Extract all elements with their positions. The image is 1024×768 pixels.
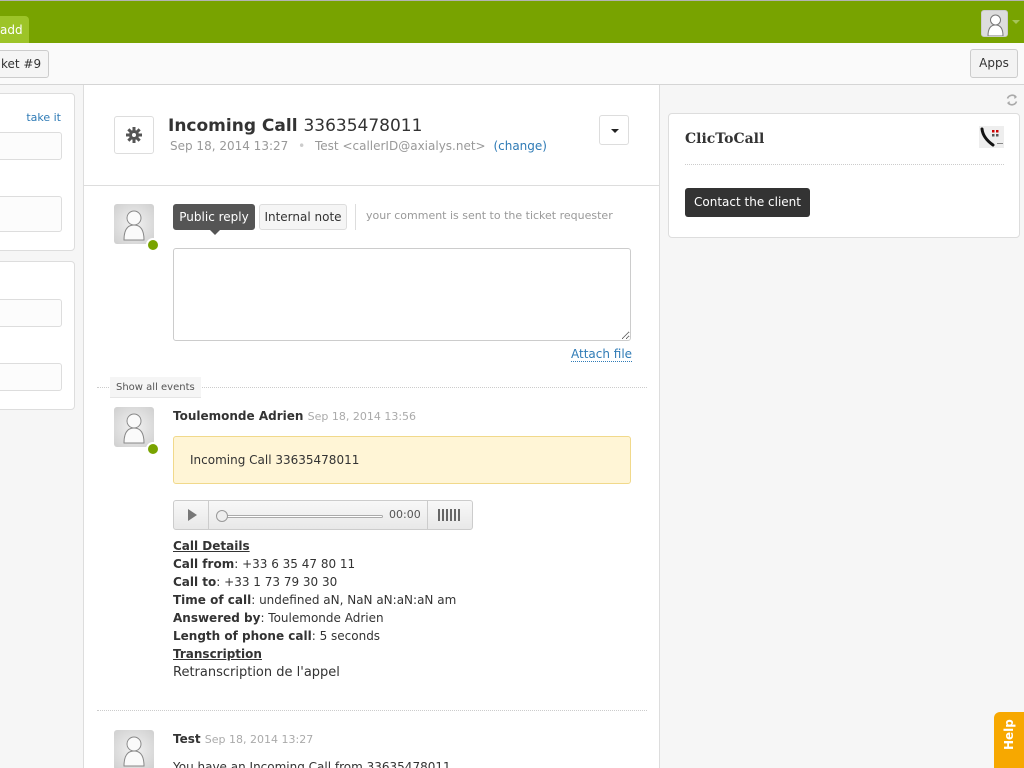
refresh-icon[interactable] (1005, 93, 1019, 107)
play-button[interactable] (174, 501, 209, 529)
ticket-date: Sep 18, 2014 13:27 (170, 139, 289, 153)
comment-textarea[interactable] (173, 248, 631, 341)
help-button[interactable]: Help (994, 712, 1024, 768)
ticket-requester: Test <callerID@axialys.net> (315, 139, 486, 153)
apps-sidebar: ClicToCall Contact the client (660, 85, 1024, 768)
audio-seek-bar[interactable] (221, 515, 383, 518)
answered-by-value: Toulemonde Adrien (268, 611, 384, 625)
priority-field[interactable] (0, 363, 62, 391)
help-label: Help (1002, 719, 1016, 750)
ticket-properties-sidebar: take it (0, 85, 84, 768)
attach-file-link[interactable]: Attach file (571, 347, 633, 362)
clictocall-app: ClicToCall Contact the client (668, 113, 1020, 238)
contact-client-button[interactable]: Contact the client (685, 188, 810, 217)
user-avatar-icon[interactable] (981, 10, 1008, 37)
ticket-title-prefix: Incoming Call (168, 116, 298, 136)
apps-button[interactable]: Apps (970, 49, 1018, 78)
chevron-down-icon[interactable] (1012, 20, 1020, 24)
assignee-field[interactable] (0, 196, 62, 232)
transcription-text: Retranscription de l'appel (173, 665, 340, 680)
answered-by-row: Answered by: Toulemonde Adrien (173, 611, 384, 625)
change-requester-link[interactable]: (change) (493, 139, 547, 153)
gear-icon (126, 127, 142, 143)
ticket-header: Incoming Call 33635478011 Sep 18, 2014 1… (84, 85, 659, 186)
call-to-value: +33 1 73 79 30 30 (224, 575, 338, 589)
audio-seek-handle[interactable] (216, 510, 228, 522)
caret-down-icon (611, 129, 619, 133)
call-to-row: Call to: +33 1 73 79 30 30 (173, 575, 338, 589)
ticket-title-number: 33635478011 (303, 116, 423, 136)
call-details: Call Details Call from: +33 6 35 47 80 1… (173, 537, 456, 682)
call-length-value: 5 seconds (319, 629, 381, 643)
event-author-avatar (114, 730, 154, 768)
event-body: You have an Incoming Call from 336354780… (173, 760, 451, 768)
call-from-row: Call from: +33 6 35 47 80 11 (173, 557, 356, 571)
ticket-fields-panel (0, 261, 75, 410)
app-divider (685, 164, 1004, 165)
take-it-link[interactable]: take it (26, 111, 61, 124)
meta-separator: • (298, 139, 306, 153)
reply-hint: your comment is sent to the ticket reque… (366, 209, 613, 222)
event-divider (97, 710, 647, 711)
agent-avatar (114, 204, 154, 244)
ticket-meta: Sep 18, 2014 13:27 • Test <callerID@axia… (170, 139, 547, 153)
app-title: ClicToCall (685, 131, 765, 147)
event-note: Incoming Call 33635478011 (173, 436, 631, 484)
event-author-avatar (114, 407, 154, 447)
ticket-tab[interactable]: ket #9 (0, 50, 49, 78)
audio-time: 00:00 (389, 508, 421, 521)
requester-field[interactable] (0, 132, 62, 160)
call-length-row: Length of phone call: 5 seconds (173, 629, 381, 643)
phone-icon (979, 126, 1004, 148)
event-author: Test Sep 18, 2014 13:27 (173, 732, 313, 746)
agent-status-icon (146, 442, 160, 456)
ticket-options-button[interactable] (114, 116, 154, 154)
call-details-heading: Call Details (173, 539, 250, 553)
online-status-icon (146, 238, 160, 252)
ticket-toolbar: ket #9 Apps (0, 43, 1024, 85)
internal-note-tab[interactable]: Internal note (259, 204, 347, 230)
type-field[interactable] (0, 299, 62, 327)
event-timestamp: Sep 18, 2014 13:27 (204, 733, 314, 746)
assignee-panel: take it (0, 93, 75, 251)
event-author-name: Toulemonde Adrien (173, 409, 304, 423)
show-all-events-button[interactable]: Show all events (110, 377, 201, 398)
ticket-main: Incoming Call 33635478011 Sep 18, 2014 1… (84, 85, 660, 768)
ticket-actions-dropdown[interactable] (599, 115, 629, 145)
time-of-call-row: Time of call: undefined aN, NaN aN:aN:aN… (173, 593, 457, 607)
audio-player: 00:00 (173, 500, 473, 530)
reply-tabs-divider (355, 204, 356, 230)
call-from-value: +33 6 35 47 80 11 (242, 557, 356, 571)
event-author: Toulemonde Adrien Sep 18, 2014 13:56 (173, 409, 416, 423)
event-timestamp: Sep 18, 2014 13:56 (307, 410, 417, 423)
event-author-name: Test (173, 732, 201, 746)
transcription-heading: Transcription (173, 647, 262, 661)
ticket-title: Incoming Call 33635478011 (168, 116, 422, 136)
time-of-call-value: undefined aN, NaN aN:aN:aN am (259, 593, 457, 607)
volume-control[interactable] (427, 501, 473, 529)
top-navigation-bar: add (0, 0, 1024, 44)
add-tab[interactable]: add (0, 16, 29, 44)
public-reply-tab[interactable]: Public reply (173, 204, 255, 235)
